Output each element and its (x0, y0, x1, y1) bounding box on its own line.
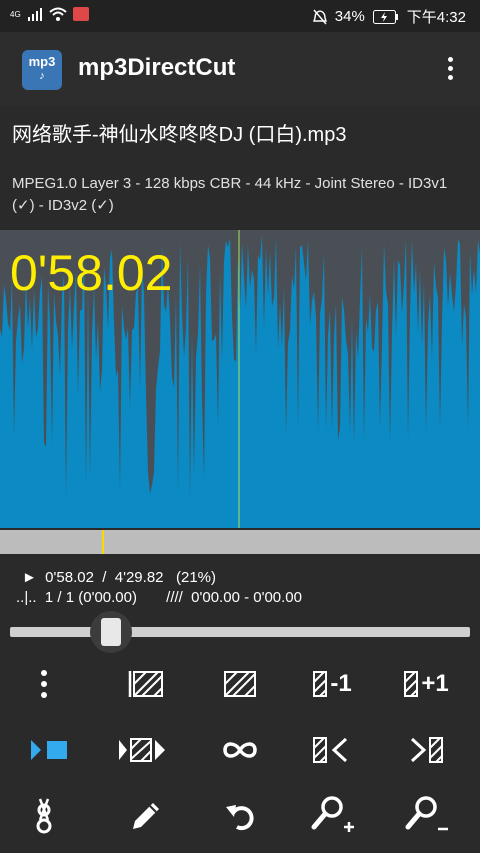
clock: 下午4:32 (406, 9, 466, 26)
loop-button[interactable] (210, 722, 270, 778)
go-selection-start-icon (313, 737, 348, 763)
more-button[interactable] (14, 656, 74, 712)
overflow-menu-button[interactable] (438, 54, 462, 84)
more-vert-icon (41, 670, 47, 698)
overflow-dot (447, 75, 453, 80)
zoom-in-icon (311, 796, 354, 832)
overflow-dot (447, 57, 453, 62)
selection-hatch-full-icon (224, 671, 256, 697)
current-time-display: 0'58.02 (10, 245, 173, 301)
status-right: 34% 下午4:32 (312, 6, 466, 27)
battery-percent: 34% (334, 8, 365, 25)
overflow-dot (447, 66, 453, 71)
notification-app-icon (72, 7, 89, 21)
file-name: 网络歌手-神仙水咚咚咚DJ (口白).mp3 (12, 124, 347, 146)
nudge-plus-label: +1 (421, 670, 449, 697)
battery-icon (372, 9, 398, 24)
seek-slider-track[interactable] (10, 627, 470, 637)
app-logo-icon: mp3 ♪ (22, 50, 62, 90)
nudge-minus-label: -1 (330, 670, 352, 697)
position-readout: ► 0'58.02 / 4'29.82 (21%) (22, 569, 217, 586)
app-logo-text: mp3 (28, 54, 56, 69)
cut-button[interactable] (14, 788, 74, 844)
overview-position-marker (102, 530, 104, 554)
overview-scrollbar[interactable] (0, 530, 480, 554)
zoom-in-button[interactable] (302, 788, 362, 844)
play-stop-icon (31, 740, 67, 760)
nudge-plus-icon (404, 671, 419, 697)
nudge-plus-button[interactable]: +1 (396, 656, 456, 712)
play-selection-button[interactable] (116, 722, 176, 778)
zoom-out-icon (405, 796, 448, 831)
nudge-minus-button[interactable]: -1 (302, 656, 362, 712)
mute-bell-icon (312, 9, 327, 24)
seek-slider-thumb[interactable] (101, 618, 121, 646)
status-bar: 4G 34% 下午4:32 (0, 0, 480, 32)
go-selection-end-icon (410, 737, 443, 763)
status-left: 4G (10, 7, 89, 21)
pencil-icon (133, 803, 159, 829)
selection-hatch-left-icon (128, 671, 163, 697)
zoom-out-button[interactable] (396, 788, 456, 844)
play-selection-icon (119, 738, 165, 762)
play-stop-button[interactable] (22, 722, 82, 778)
scissors-icon (36, 798, 52, 834)
nudge-minus-icon (313, 671, 328, 697)
file-info: MPEG1.0 Layer 3 - 128 kbps CBR - 44 kHz … (12, 175, 448, 214)
edit-button[interactable] (116, 788, 176, 844)
select-all-button[interactable] (210, 656, 270, 712)
signal-icon (27, 8, 42, 21)
go-selection-end-button[interactable] (396, 722, 456, 778)
app-bar: mp3 ♪ mp3DirectCut (0, 32, 480, 106)
select-to-start-button[interactable] (116, 656, 176, 712)
app-title: mp3DirectCut (78, 54, 236, 81)
undo-icon (226, 805, 254, 831)
loop-icon (223, 742, 257, 758)
selection-readout: ..|.. 1 / 1 (0'00.00) //// 0'00.00 - 0'0… (16, 589, 302, 606)
go-selection-start-button[interactable] (302, 722, 362, 778)
undo-button[interactable] (210, 788, 270, 844)
wifi-icon (49, 7, 67, 21)
network-label: 4G (10, 9, 21, 19)
